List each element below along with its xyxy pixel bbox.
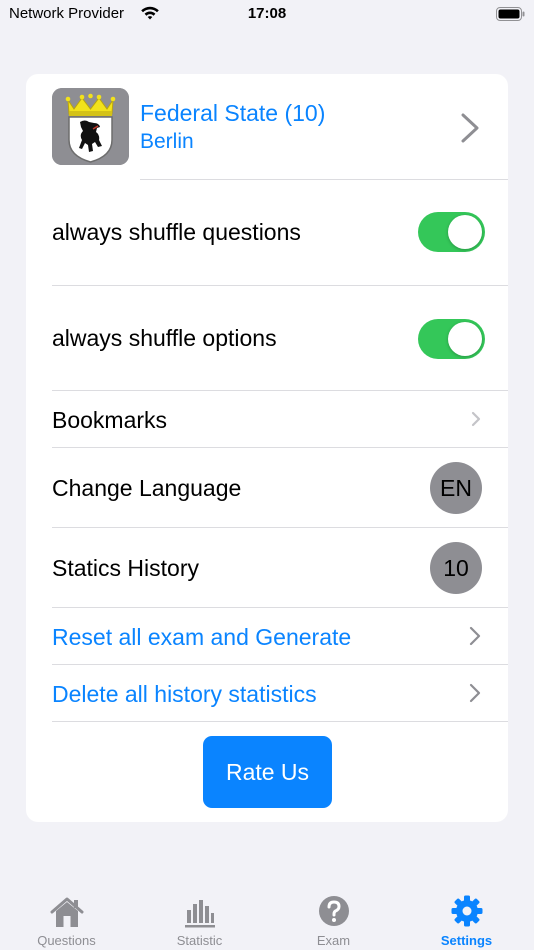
settings-card: Federal State (10) Berlin always shuffle…	[26, 74, 508, 822]
shuffle-questions-label: always shuffle questions	[52, 219, 301, 245]
tab-label: Questions	[37, 933, 96, 948]
statics-history-label: Statics History	[52, 555, 199, 581]
tab-exam[interactable]: Exam	[267, 880, 400, 950]
delete-history-label: Delete all history statistics	[52, 681, 317, 707]
federal-state-name: Berlin	[140, 130, 194, 153]
rate-us-button[interactable]: Rate Us	[203, 736, 332, 808]
delete-history-row[interactable]: Delete all history statistics	[26, 665, 508, 721]
tab-label: Statistic	[176, 933, 223, 948]
chevron-right-icon	[469, 626, 481, 646]
language-badge[interactable]: EN	[430, 462, 482, 514]
chevron-right-icon	[461, 113, 479, 143]
chevron-right-icon	[469, 683, 481, 703]
federal-state-row[interactable]: Federal State (10) Berlin	[26, 74, 508, 179]
bookmarks-label: Bookmarks	[52, 407, 168, 433]
change-language-row[interactable]: Change Language EN	[26, 448, 508, 527]
divider	[52, 721, 508, 722]
tab-statistic[interactable]: Statistic	[133, 880, 266, 950]
shuffle-options-row: always shuffle options	[26, 286, 508, 390]
bookmarks-row[interactable]: Bookmarks	[26, 391, 508, 447]
federal-state-title: Federal State (10)	[140, 100, 326, 126]
shuffle-options-toggle[interactable]	[418, 319, 485, 359]
house-icon	[50, 897, 83, 927]
battery-icon	[496, 7, 525, 21]
berlin-coat-of-arms-icon	[52, 88, 129, 165]
toggle-knob	[448, 322, 482, 356]
tab-bar: Questions Statistic Exam Settings	[0, 880, 534, 950]
reset-exam-row[interactable]: Reset all exam and Generate	[26, 608, 508, 664]
change-language-label: Change Language	[52, 475, 242, 501]
chevron-right-icon	[471, 411, 481, 427]
bar-chart-icon	[184, 900, 215, 928]
toggle-knob	[448, 215, 482, 249]
tab-questions[interactable]: Questions	[0, 880, 133, 950]
question-circle-icon	[318, 896, 349, 926]
tab-label: Settings	[440, 933, 493, 948]
shuffle-questions-toggle[interactable]	[418, 212, 485, 252]
shuffle-questions-row: always shuffle questions	[26, 180, 508, 285]
statics-history-row[interactable]: Statics History 10	[26, 528, 508, 607]
history-count-badge[interactable]: 10	[430, 542, 482, 594]
gear-icon	[451, 895, 482, 927]
reset-exam-label: Reset all exam and Generate	[52, 624, 352, 650]
shuffle-options-label: always shuffle options	[52, 325, 277, 351]
clock: 17:08	[247, 5, 287, 22]
tab-settings[interactable]: Settings	[400, 880, 533, 950]
status-bar: Network Provider 17:08	[0, 0, 534, 30]
tab-label: Exam	[316, 933, 351, 948]
